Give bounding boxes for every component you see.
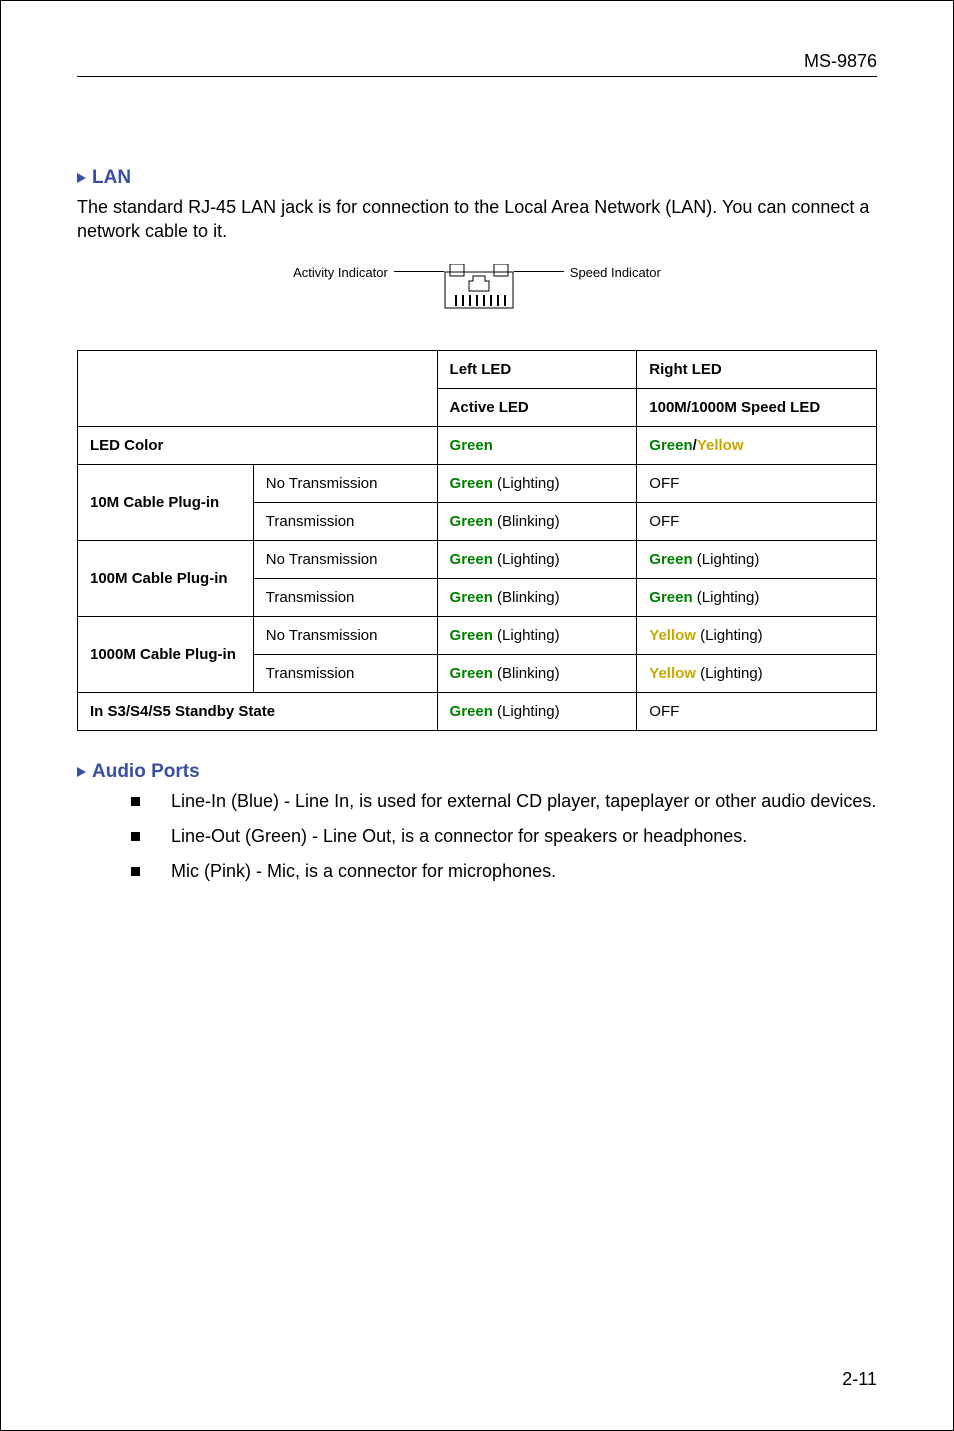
sfx: (Lighting) bbox=[493, 627, 560, 644]
r1000-label: 1000M Cable Plug-in bbox=[78, 616, 254, 692]
sfx: (Lighting) bbox=[493, 703, 560, 720]
cell: Green (Lighting) bbox=[437, 464, 637, 502]
green-text: Green bbox=[649, 437, 692, 454]
green-text: Green bbox=[649, 551, 692, 568]
green-text: Green bbox=[450, 703, 493, 720]
table-row: 1000M Cable Plug-in No Transmission Gree… bbox=[78, 616, 877, 654]
r100-label: 100M Cable Plug-in bbox=[78, 540, 254, 616]
cell: Green (Lighting) bbox=[437, 540, 637, 578]
led-color-label: LED Color bbox=[78, 426, 438, 464]
audio-list: Line-In (Blue) - Line In, is used for ex… bbox=[131, 789, 877, 885]
table-row: 10M Cable Plug-in No Transmission Green … bbox=[78, 464, 877, 502]
yellow-text: Yellow bbox=[697, 437, 744, 454]
cell: Green (Blinking) bbox=[437, 654, 637, 692]
sfx: (Blinking) bbox=[493, 665, 560, 682]
page: MS-9876 LAN The standard RJ-45 LAN jack … bbox=[0, 0, 954, 1431]
audio-section: Audio Ports Line-In (Blue) - Line In, is… bbox=[77, 761, 877, 885]
green-text: Green bbox=[450, 665, 493, 682]
table-row: Left LED Right LED bbox=[78, 350, 877, 388]
green-text: Green bbox=[450, 437, 493, 454]
cell: Green (Blinking) bbox=[437, 578, 637, 616]
figure-line-left bbox=[394, 271, 444, 272]
audio-heading: Audio Ports bbox=[92, 761, 200, 782]
yellow-text: Yellow bbox=[649, 665, 696, 682]
cell: Green (Lighting) bbox=[437, 692, 637, 730]
rj45-jack-icon bbox=[444, 264, 514, 310]
hdr-left-led: Left LED bbox=[437, 350, 637, 388]
table-row: In S3/S4/S5 Standby State Green (Lightin… bbox=[78, 692, 877, 730]
cell: Yellow (Lighting) bbox=[637, 616, 877, 654]
table-row: 100M Cable Plug-in No Transmission Green… bbox=[78, 540, 877, 578]
sfx: (Lighting) bbox=[696, 627, 763, 644]
r10-label: 10M Cable Plug-in bbox=[78, 464, 254, 540]
lan-section: LAN The standard RJ-45 LAN jack is for c… bbox=[77, 167, 877, 731]
cell: Green (Lighting) bbox=[637, 578, 877, 616]
triangle-icon bbox=[77, 173, 86, 183]
cell: Green (Lighting) bbox=[637, 540, 877, 578]
cell: Yellow (Lighting) bbox=[637, 654, 877, 692]
figure-line-right bbox=[514, 271, 564, 272]
cell-off: OFF bbox=[637, 464, 877, 502]
green-text: Green bbox=[450, 589, 493, 606]
cell: Green (Blinking) bbox=[437, 502, 637, 540]
led-color-right: Green/Yellow bbox=[637, 426, 877, 464]
page-number: 2-11 bbox=[842, 1369, 877, 1390]
hdr-speed-led: 100M/1000M Speed LED bbox=[637, 388, 877, 426]
sfx: (Blinking) bbox=[493, 589, 560, 606]
sfx: (Lighting) bbox=[693, 551, 760, 568]
list-item: Mic (Pink) - Mic, is a connector for mic… bbox=[131, 859, 877, 884]
list-item: Line-In (Blue) - Line In, is used for ex… bbox=[131, 789, 877, 814]
rj45-figure: Activity Indicator Speed bbox=[77, 264, 877, 310]
green-text: Green bbox=[450, 551, 493, 568]
green-text: Green bbox=[450, 513, 493, 530]
lan-heading: LAN bbox=[92, 167, 131, 188]
cell-off: OFF bbox=[637, 502, 877, 540]
tx: Transmission bbox=[253, 502, 437, 540]
standby-label: In S3/S4/S5 Standby State bbox=[78, 692, 438, 730]
header: MS-9876 bbox=[77, 51, 877, 77]
green-text: Green bbox=[450, 627, 493, 644]
audio-heading-row: Audio Ports bbox=[77, 761, 877, 783]
no-tx: No Transmission bbox=[253, 540, 437, 578]
no-tx: No Transmission bbox=[253, 616, 437, 654]
sfx: (Lighting) bbox=[493, 475, 560, 492]
lan-paragraph: The standard RJ-45 LAN jack is for conne… bbox=[77, 195, 877, 244]
yellow-text: Yellow bbox=[649, 627, 696, 644]
tx: Transmission bbox=[253, 654, 437, 692]
green-text: Green bbox=[450, 475, 493, 492]
sfx: (Lighting) bbox=[693, 589, 760, 606]
activity-indicator-label: Activity Indicator bbox=[293, 264, 394, 280]
doc-id: MS-9876 bbox=[77, 51, 877, 72]
no-tx: No Transmission bbox=[253, 464, 437, 502]
speed-indicator-label: Speed Indicator bbox=[564, 264, 661, 280]
sfx: (Blinking) bbox=[493, 513, 560, 530]
triangle-icon bbox=[77, 767, 86, 777]
cell: Green (Lighting) bbox=[437, 616, 637, 654]
table-row: LED Color Green Green/Yellow bbox=[78, 426, 877, 464]
tx: Transmission bbox=[253, 578, 437, 616]
cell-off: OFF bbox=[637, 692, 877, 730]
sfx: (Lighting) bbox=[696, 665, 763, 682]
led-table: Left LED Right LED Active LED 100M/1000M… bbox=[77, 350, 877, 731]
led-color-left: Green bbox=[437, 426, 637, 464]
table-blank-header bbox=[78, 350, 438, 426]
list-item: Line-Out (Green) - Line Out, is a connec… bbox=[131, 824, 877, 849]
sfx: (Lighting) bbox=[493, 551, 560, 568]
hdr-active-led: Active LED bbox=[437, 388, 637, 426]
lan-heading-row: LAN bbox=[77, 167, 877, 189]
hdr-right-led: Right LED bbox=[637, 350, 877, 388]
green-text: Green bbox=[649, 589, 692, 606]
